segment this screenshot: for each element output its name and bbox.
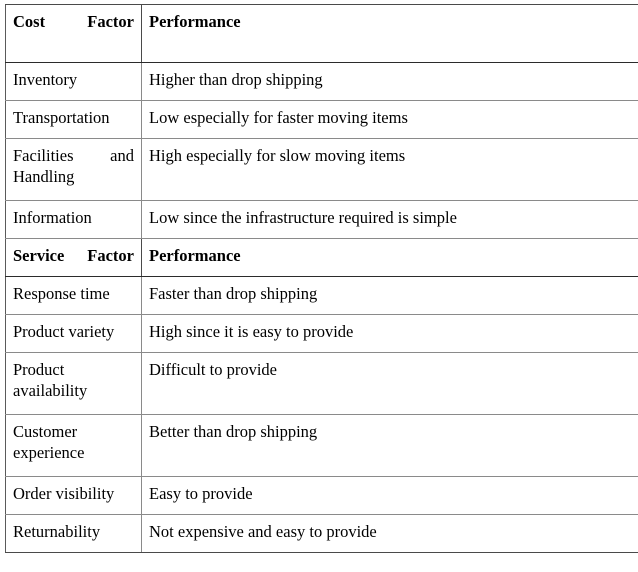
header-cell-service-factor: Service Factor [5, 238, 142, 277]
performance-cell-response-time: Faster than drop shipping [141, 276, 638, 315]
performance-cell-product-variety: High since it is easy to provide [141, 314, 638, 353]
factor-cell-information: Information [5, 200, 142, 239]
table-row: Transportation Low especially for faster… [5, 100, 638, 139]
factor-cell-product-availability: Product availability [5, 352, 142, 415]
table-row: Product variety High since it is easy to… [5, 314, 638, 353]
performance-cell-order-visibility: Easy to provide [141, 476, 638, 515]
page-root: Cost Factor Performance Inventory Higher… [0, 0, 638, 572]
table-row: Customer experience Better than drop shi… [5, 414, 638, 477]
table-row: Facilities and Handling High especially … [5, 138, 638, 201]
header-cell-cost-factor: Cost Factor [5, 4, 142, 63]
factor-cell-order-visibility: Order visibility [5, 476, 142, 515]
table-row: Inventory Higher than drop shipping [5, 62, 638, 101]
factor-cell-product-variety: Product variety [5, 314, 142, 353]
factor-cell-transportation: Transportation [5, 100, 142, 139]
performance-cell-information: Low since the infrastructure required is… [141, 200, 638, 239]
factor-cell-inventory: Inventory [5, 62, 142, 101]
table-row: Product availability Difficult to provid… [5, 352, 638, 415]
performance-comparison-table: Cost Factor Performance Inventory Higher… [5, 4, 638, 553]
header-cell-cost-performance: Performance [141, 4, 638, 63]
performance-cell-returnability: Not expensive and easy to provide [141, 514, 638, 553]
performance-cell-customer-experience: Better than drop shipping [141, 414, 638, 477]
factor-cell-facilities-and-handling: Facilities and Handling [5, 138, 142, 201]
table-row: Returnability Not expensive and easy to … [5, 514, 638, 553]
performance-cell-transportation: Low especially for faster moving items [141, 100, 638, 139]
table-header-row-cost: Cost Factor Performance [5, 4, 638, 63]
performance-cell-inventory: Higher than drop shipping [141, 62, 638, 101]
performance-cell-product-availability: Difficult to provide [141, 352, 638, 415]
header-cell-service-performance: Performance [141, 238, 638, 277]
factor-cell-customer-experience: Customer experience [5, 414, 142, 477]
table-row: Information Low since the infrastructure… [5, 200, 638, 239]
table-body: Cost Factor Performance Inventory Higher… [5, 4, 638, 553]
factor-cell-returnability: Returnability [5, 514, 142, 553]
performance-cell-facilities-and-handling: High especially for slow moving items [141, 138, 638, 201]
table-row: Response time Faster than drop shipping [5, 276, 638, 315]
table-header-row-service: Service Factor Performance [5, 238, 638, 277]
table-row: Order visibility Easy to provide [5, 476, 638, 515]
factor-cell-response-time: Response time [5, 276, 142, 315]
